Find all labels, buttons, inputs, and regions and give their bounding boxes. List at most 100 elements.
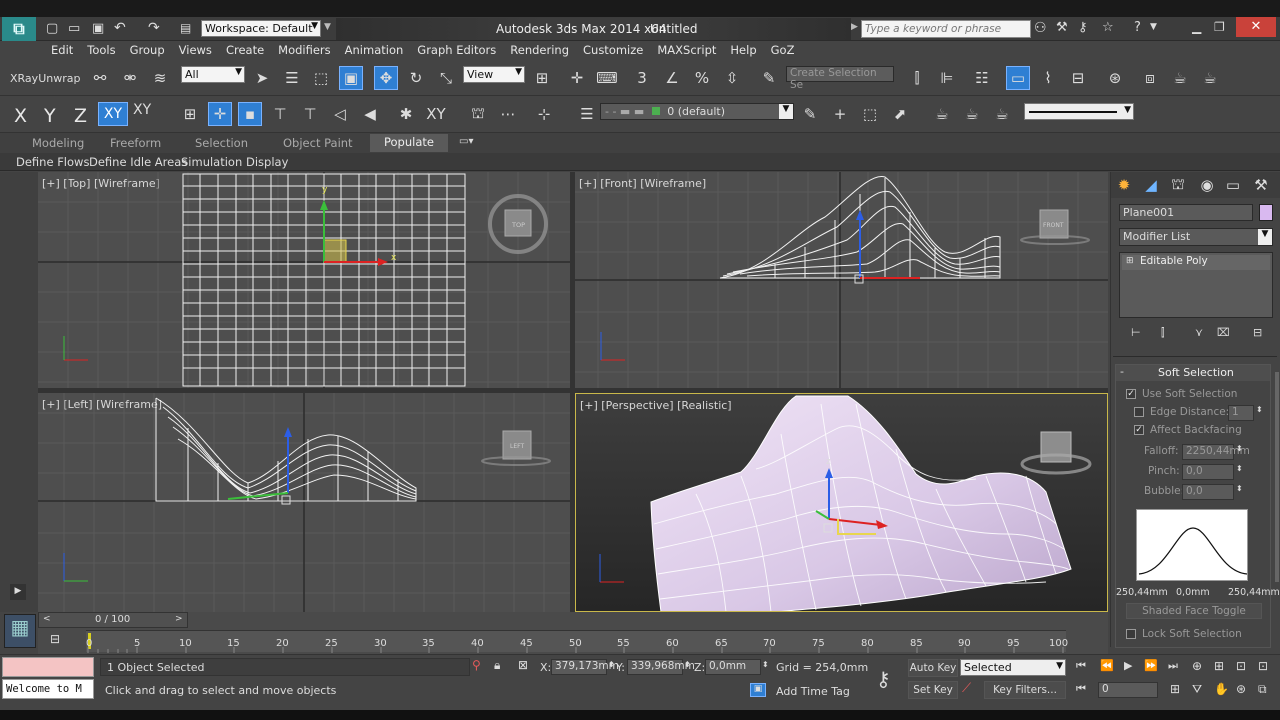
mini-listener-icon[interactable]: ▦ xyxy=(4,614,36,648)
falloff-input[interactable]: 2250,44mm xyxy=(1182,444,1250,460)
shaded-face-toggle-button[interactable]: Shaded Face Toggle xyxy=(1126,603,1262,619)
schematic-view-icon[interactable]: ⊟ xyxy=(1066,66,1090,90)
menu-help[interactable]: Help xyxy=(723,41,763,59)
object-color-swatch[interactable] xyxy=(1259,204,1273,221)
menu-maxscript[interactable]: MAXScript xyxy=(650,41,723,59)
make-unique-icon[interactable]: ⋎ xyxy=(1195,326,1203,339)
tools-icon[interactable]: ⚒ xyxy=(1056,20,1068,35)
time-tag-icon[interactable]: ▣ xyxy=(750,683,766,697)
maxscript-listener-pink[interactable] xyxy=(2,657,94,677)
tab-modeling[interactable]: Modeling xyxy=(32,136,84,150)
rotate-icon[interactable]: ↻ xyxy=(404,66,428,90)
isolate-icon[interactable]: ⚲ xyxy=(472,658,481,672)
lock-soft-selection-checkbox[interactable] xyxy=(1126,629,1136,639)
render-setup-icon[interactable]: ⧈ xyxy=(1138,66,1162,90)
layer-add-icon[interactable]: + xyxy=(828,102,852,126)
window-crossing-icon[interactable]: ▣ xyxy=(339,66,363,90)
select-object-icon[interactable]: ➤ xyxy=(250,66,274,90)
new-file-icon[interactable]: ▢ xyxy=(46,21,58,36)
layers-icon[interactable]: ☰ xyxy=(575,102,599,126)
zoom-icon[interactable]: ⊕ xyxy=(1192,659,1202,673)
viewport-top[interactable]: [+] [Top] [Wireframe] y x TOP xyxy=(38,172,570,388)
snap-vertex-icon[interactable]: ✛ xyxy=(208,102,232,126)
edge-distance-checkbox[interactable] xyxy=(1134,407,1144,417)
y-coord-input[interactable]: 339,968mm xyxy=(627,659,695,675)
modify-tab-icon[interactable]: ◢ xyxy=(1139,173,1163,197)
key-mode-icon[interactable]: ⟋ xyxy=(962,681,971,696)
plus-icon[interactable]: ⊞ xyxy=(1126,256,1134,266)
bind-spacewarp-icon[interactable]: ≋ xyxy=(148,66,172,90)
minimize-icon[interactable]: ▁ xyxy=(1192,20,1201,34)
create-tab-icon[interactable]: ✹ xyxy=(1112,173,1136,197)
teapot-b-icon[interactable]: ☕ xyxy=(960,102,984,126)
object-name-field[interactable]: Plane001 xyxy=(1119,204,1253,221)
hold-icon[interactable]: ▤ xyxy=(180,21,191,35)
prev-frame-icon[interactable]: ⏪ xyxy=(1100,659,1114,672)
tab-freeform[interactable]: Freeform xyxy=(110,136,161,150)
key-mode-toggle-icon[interactable]: ⏮ xyxy=(1076,682,1086,696)
named-selection-input[interactable]: Create Selection Se xyxy=(786,66,894,91)
absolute-mode-icon[interactable]: ⊠ xyxy=(518,658,528,672)
keyboard-shortcut-icon[interactable]: ⌨ xyxy=(595,66,619,90)
snap-face-icon[interactable]: ◁ xyxy=(328,102,352,126)
snap-edge-icon[interactable]: ⊤ xyxy=(298,102,322,126)
snap-endpoint-icon[interactable]: ▪ xyxy=(238,102,262,126)
angle-snap-icon[interactable]: ∠ xyxy=(660,66,684,90)
tab-populate[interactable]: Populate xyxy=(370,134,448,152)
bubble-input[interactable]: 0,0 xyxy=(1182,484,1234,500)
select-by-name-icon[interactable]: ☰ xyxy=(280,66,304,90)
menu-tools[interactable]: Tools xyxy=(80,41,122,59)
add-time-tag-label[interactable]: Add Time Tag xyxy=(776,685,850,698)
maxscript-listener-welcome[interactable]: Welcome to M xyxy=(2,679,94,699)
help-dropdown-icon[interactable]: ▼ xyxy=(1150,22,1157,32)
pivot-center-icon[interactable]: ⊞ xyxy=(530,66,554,90)
selection-filter-dropdown[interactable]: All ▼ xyxy=(181,66,245,83)
render-production-icon[interactable]: ☕ xyxy=(1198,66,1222,90)
restore-icon[interactable]: ❐ xyxy=(1214,20,1225,34)
show-end-result-icon[interactable]: ⫿ xyxy=(1161,326,1165,340)
z-coord-input[interactable]: 0,0mm xyxy=(705,659,761,675)
app-logo[interactable]: ⧉ xyxy=(2,17,36,41)
axis-xy-cycle-button[interactable]: XY xyxy=(133,102,151,118)
stack-item-editable-poly[interactable]: Editable Poly xyxy=(1122,255,1270,270)
layer-move-icon[interactable]: ⬈ xyxy=(888,102,912,126)
material-editor-icon[interactable]: ⊛ xyxy=(1103,66,1127,90)
teapot-a-icon[interactable]: ☕ xyxy=(930,102,954,126)
unlink-icon[interactable]: ⚮ xyxy=(118,66,142,90)
time-slider-left-icon[interactable]: < xyxy=(43,614,51,624)
redo-icon[interactable]: ↷ xyxy=(148,20,160,36)
viewport-perspective[interactable]: [+] [Perspective] [Realistic] z xyxy=(575,393,1108,612)
rollout-header[interactable]: - Soft Selection xyxy=(1116,365,1270,381)
line-style-dropdown[interactable]: ▼ xyxy=(1024,103,1134,120)
menu-views[interactable]: Views xyxy=(172,41,219,59)
link-icon[interactable]: ⚯ xyxy=(88,66,112,90)
open-file-icon[interactable]: ▭ xyxy=(68,21,80,36)
teapot-c-icon[interactable]: ☕ xyxy=(990,102,1014,126)
time-slider[interactable]: < 0 / 100 > xyxy=(38,612,188,628)
axis-y-button[interactable]: Y xyxy=(44,105,56,127)
subtab-define-idle-areas[interactable]: Define Idle Areas xyxy=(89,155,187,169)
zoom-extents-all-icon[interactable]: ⊡ xyxy=(1258,659,1268,673)
rendered-frame-icon[interactable]: ☕ xyxy=(1168,66,1192,90)
move-icon[interactable]: ✥ xyxy=(374,66,398,90)
play-icon[interactable]: ▶ xyxy=(1124,659,1132,672)
menu-animation[interactable]: Animation xyxy=(338,41,411,59)
zoom-all-icon[interactable]: ⊞ xyxy=(1214,659,1224,673)
tab-selection[interactable]: Selection xyxy=(195,136,248,150)
menu-customize[interactable]: Customize xyxy=(576,41,650,59)
selected-set-dropdown[interactable]: Selected ▼ xyxy=(960,659,1066,676)
close-button[interactable]: ✕ xyxy=(1236,17,1276,37)
ref-coord-dropdown[interactable]: View ▼ xyxy=(463,66,525,83)
key-icon[interactable]: ⚷ xyxy=(1078,20,1088,35)
x-coord-input[interactable]: 379,173mm xyxy=(551,659,619,675)
pin-stack-icon[interactable]: ⊢ xyxy=(1131,326,1141,339)
edge-distance-input[interactable]: 1 xyxy=(1228,405,1254,421)
lock-selection-icon[interactable]: 🔒︎ xyxy=(494,658,500,673)
menu-modifiers[interactable]: Modifiers xyxy=(271,41,338,59)
curve-editor-icon[interactable]: ⌇ xyxy=(1036,66,1060,90)
bubble-spinner-icon[interactable]: ⬍ xyxy=(1236,484,1243,493)
fov-icon[interactable]: ⛛ xyxy=(1192,682,1202,697)
layer-dropdown[interactable]: - - ▬ ▬ 0 (default) ▼ xyxy=(600,103,794,120)
layer-manager-icon[interactable]: ☷ xyxy=(970,66,994,90)
affect-backfacing-checkbox[interactable]: ✓ xyxy=(1134,425,1144,435)
